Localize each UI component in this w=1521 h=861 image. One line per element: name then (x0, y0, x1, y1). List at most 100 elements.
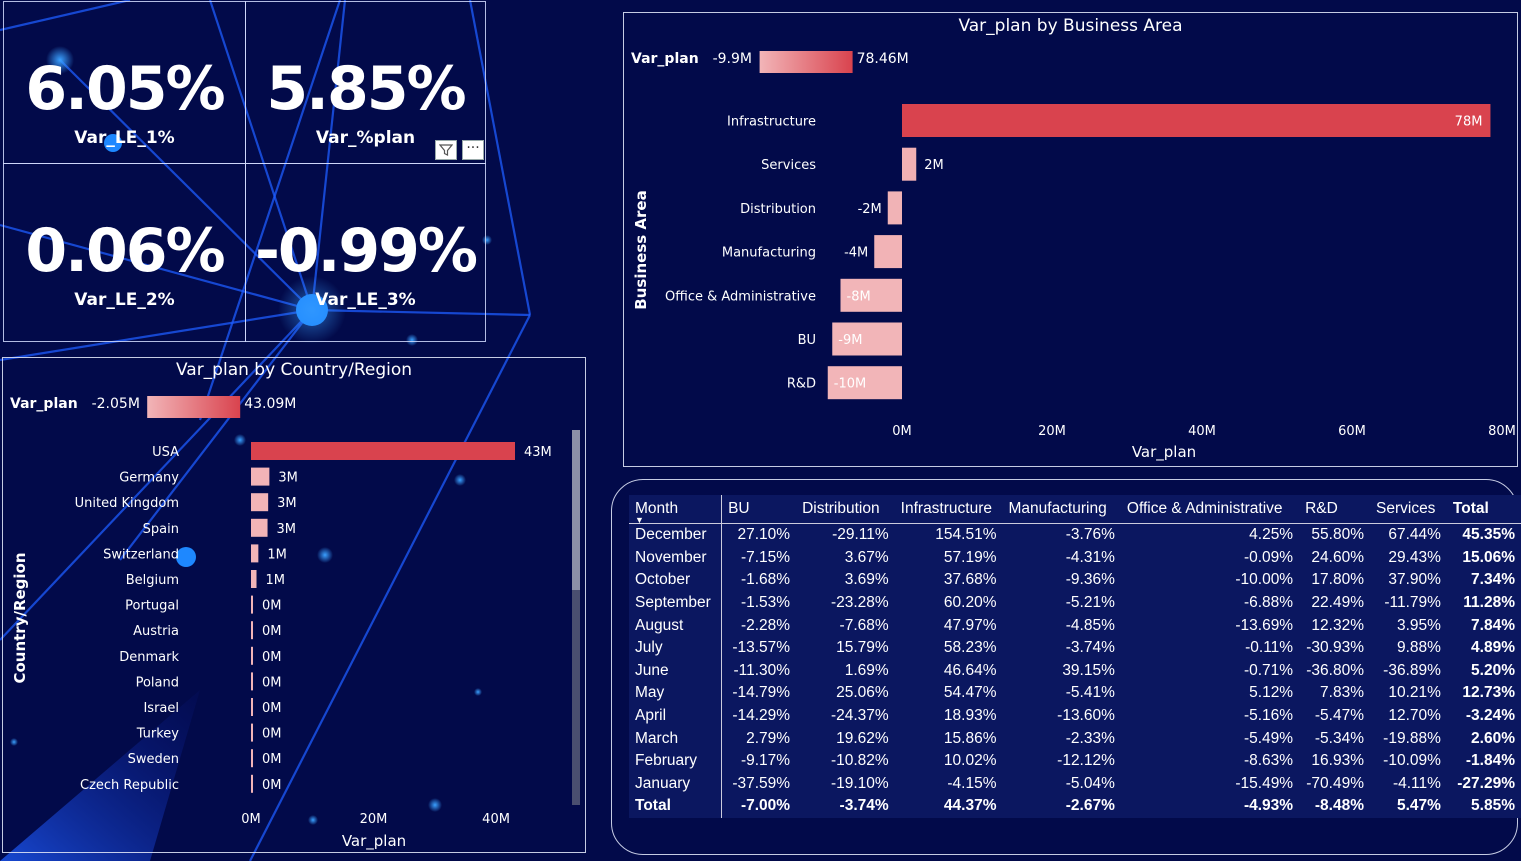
column-header[interactable]: Infrastructure (894, 495, 1003, 524)
category-label: Denmark (119, 650, 179, 665)
kpi-card-var-le-1[interactable]: 6.05% Var_LE_1% (3, 1, 246, 164)
table-row[interactable]: August -2.28% -7.68% 47.97% -4.85% -13.69% 12.… (629, 614, 1521, 637)
value-cell: 9.88% (1396, 639, 1441, 657)
table-row[interactable]: March 2.79% 19.62% 15.86% -2.33% -5.49% -5.34%… (629, 727, 1521, 750)
chart-country-region[interactable]: Var_plan by Country/Region Var_plan -2.05… (2, 357, 586, 853)
x-tick-label: 20M (1038, 424, 1066, 439)
value-cell: -10.00% (1235, 571, 1294, 589)
data-label: -9M (838, 333, 862, 348)
value-cell: -5.47% (1314, 707, 1364, 725)
value-cell: -0.71% (1243, 661, 1294, 679)
column-header[interactable]: BU (721, 495, 797, 524)
value-cell: 3.67% (844, 548, 889, 566)
table-row[interactable]: June -11.30% 1.69% 46.64% 39.15% -0.71% -36.80… (629, 659, 1521, 683)
row-header-cell: August (629, 614, 723, 637)
category-label: R&D (787, 377, 816, 392)
legend-gradient-bar (147, 396, 241, 418)
value-cell: -5.04% (1065, 774, 1115, 792)
value-cell: 5.12% (1249, 684, 1294, 702)
table-row[interactable]: October -1.68% 3.69% 37.68% -9.36% -10.00% 17.… (629, 569, 1521, 592)
data-label: 0M (262, 778, 282, 793)
chart-business-area[interactable]: Var_plan by Business Area Var_plan -9.9M 7… (623, 12, 1518, 467)
total-row[interactable]: Total -7.00% -3.74% 44.37% -2.67% -4.93% -8.48… (629, 795, 1521, 818)
legend-title: Var_plan (631, 51, 699, 67)
value-cell: -29.11% (832, 526, 889, 544)
value-cell: -8.48% (1314, 797, 1364, 815)
column-header-label: Office & Administrative (1126, 500, 1283, 517)
kpi-value: 5.85% (266, 54, 466, 124)
matrix-table[interactable]: Month ▼ BU Distribution Infrastructure Manufa… (629, 495, 1521, 818)
value-cell: 37.90% (1388, 571, 1441, 589)
x-tick-label: 40M (482, 812, 510, 827)
value-cell: 17.80% (1311, 571, 1364, 589)
value-cell: -7.68% (839, 616, 889, 634)
kpi-card-var-le-2[interactable]: 0.06% Var_LE_2% (3, 163, 246, 342)
data-label: 0M (262, 752, 282, 767)
legend-min-label: -2.05M (92, 396, 140, 412)
value-cell: 5.47% (1396, 797, 1441, 815)
bar (251, 621, 253, 640)
sort-descending-icon[interactable]: ▼ (635, 515, 644, 525)
value-cell: -14.29% (732, 707, 791, 725)
column-header[interactable]: Month ▼ (629, 495, 723, 525)
value-cell: 10.02% (943, 752, 997, 770)
data-label: 0M (262, 727, 282, 742)
value-cell: 4.89% (1471, 639, 1515, 657)
category-label: Infrastructure (727, 115, 816, 130)
table-row[interactable]: July -13.57% 15.79% 58.23% -3.74% -0.11% -30.9… (629, 636, 1521, 660)
value-cell: 54.47% (943, 684, 997, 702)
category-label: United Kingdom (75, 496, 179, 511)
category-label: Distribution (740, 202, 816, 217)
value-cell: 44.37% (943, 797, 997, 815)
table-row[interactable]: November -7.15% 3.67% 57.19% -4.31% -0.09% 24.… (629, 546, 1521, 570)
value-cell: -24.37% (830, 707, 889, 725)
value-cell: -7.00% (740, 797, 791, 815)
value-cell: -2.67% (1065, 797, 1115, 815)
data-label: 1M (266, 573, 286, 588)
value-cell: -23.28% (830, 594, 889, 612)
column-header[interactable]: Total (1446, 495, 1521, 524)
value-cell: 16.93% (1311, 752, 1364, 770)
value-cell: 39.15% (1062, 661, 1115, 679)
table-row[interactable]: May -14.79% 25.06% 54.47% -5.41% 5.12% 7.83% 10… (629, 682, 1521, 705)
filter-icon[interactable] (435, 140, 457, 160)
data-label: 1M (267, 547, 287, 562)
legend-title: Var_plan (10, 396, 78, 412)
value-cell: -5.21% (1065, 594, 1115, 612)
row-header-cell: December (629, 523, 723, 547)
category-label: Services (761, 158, 816, 173)
bar (251, 672, 253, 691)
x-tick-label: 40M (1188, 424, 1216, 439)
data-label: -10M (834, 377, 866, 392)
column-header[interactable]: R&D (1299, 495, 1370, 524)
value-cell: -10.09% (1383, 752, 1441, 770)
value-cell: 10.21% (1388, 684, 1441, 702)
column-header[interactable]: Office & Administrative (1120, 495, 1300, 524)
value-cell: -1.68% (740, 571, 791, 589)
column-header[interactable]: Services (1370, 495, 1447, 524)
value-cell: -4.93% (1243, 797, 1294, 815)
value-cell: 47.97% (943, 616, 997, 634)
table-row[interactable]: December 27.10% -29.11% 154.51% -3.76% 4.25% 5… (629, 523, 1521, 547)
table-row[interactable]: April -14.29% -24.37% 18.93% -13.60% -5.16% -5… (629, 704, 1521, 728)
bar (251, 493, 269, 512)
data-label: 78M (1455, 115, 1483, 130)
column-header[interactable]: Distribution (796, 495, 895, 524)
value-cell: -14.79% (732, 684, 791, 702)
value-cell: 11.28% (1463, 594, 1515, 612)
column-header[interactable]: Manufacturing (1002, 495, 1121, 524)
kpi-card-var-le-3[interactable]: -0.99% Var_LE_3% (245, 163, 486, 342)
data-label: 0M (262, 650, 282, 665)
x-tick-label: 60M (1338, 424, 1366, 439)
vertical-scrollbar[interactable] (572, 430, 580, 805)
matrix-header-row: Month ▼ BU Distribution Infrastructure Manufa… (629, 495, 1521, 525)
table-row[interactable]: February -9.17% -10.82% 10.02% -12.12% -8.63%… (629, 749, 1521, 773)
scrollbar-thumb[interactable] (572, 430, 580, 590)
bar (251, 749, 253, 768)
table-row[interactable]: January -37.59% -19.10% -4.15% -5.04% -15.49%… (629, 772, 1521, 796)
table-row[interactable]: September -1.53% -23.28% 60.20% -5.21% -6.88%… (629, 591, 1521, 615)
value-cell: -5.34% (1314, 729, 1364, 747)
category-label: Manufacturing (722, 246, 816, 261)
more-options-icon[interactable]: ··· (462, 140, 484, 160)
value-cell: 46.64% (943, 661, 997, 679)
